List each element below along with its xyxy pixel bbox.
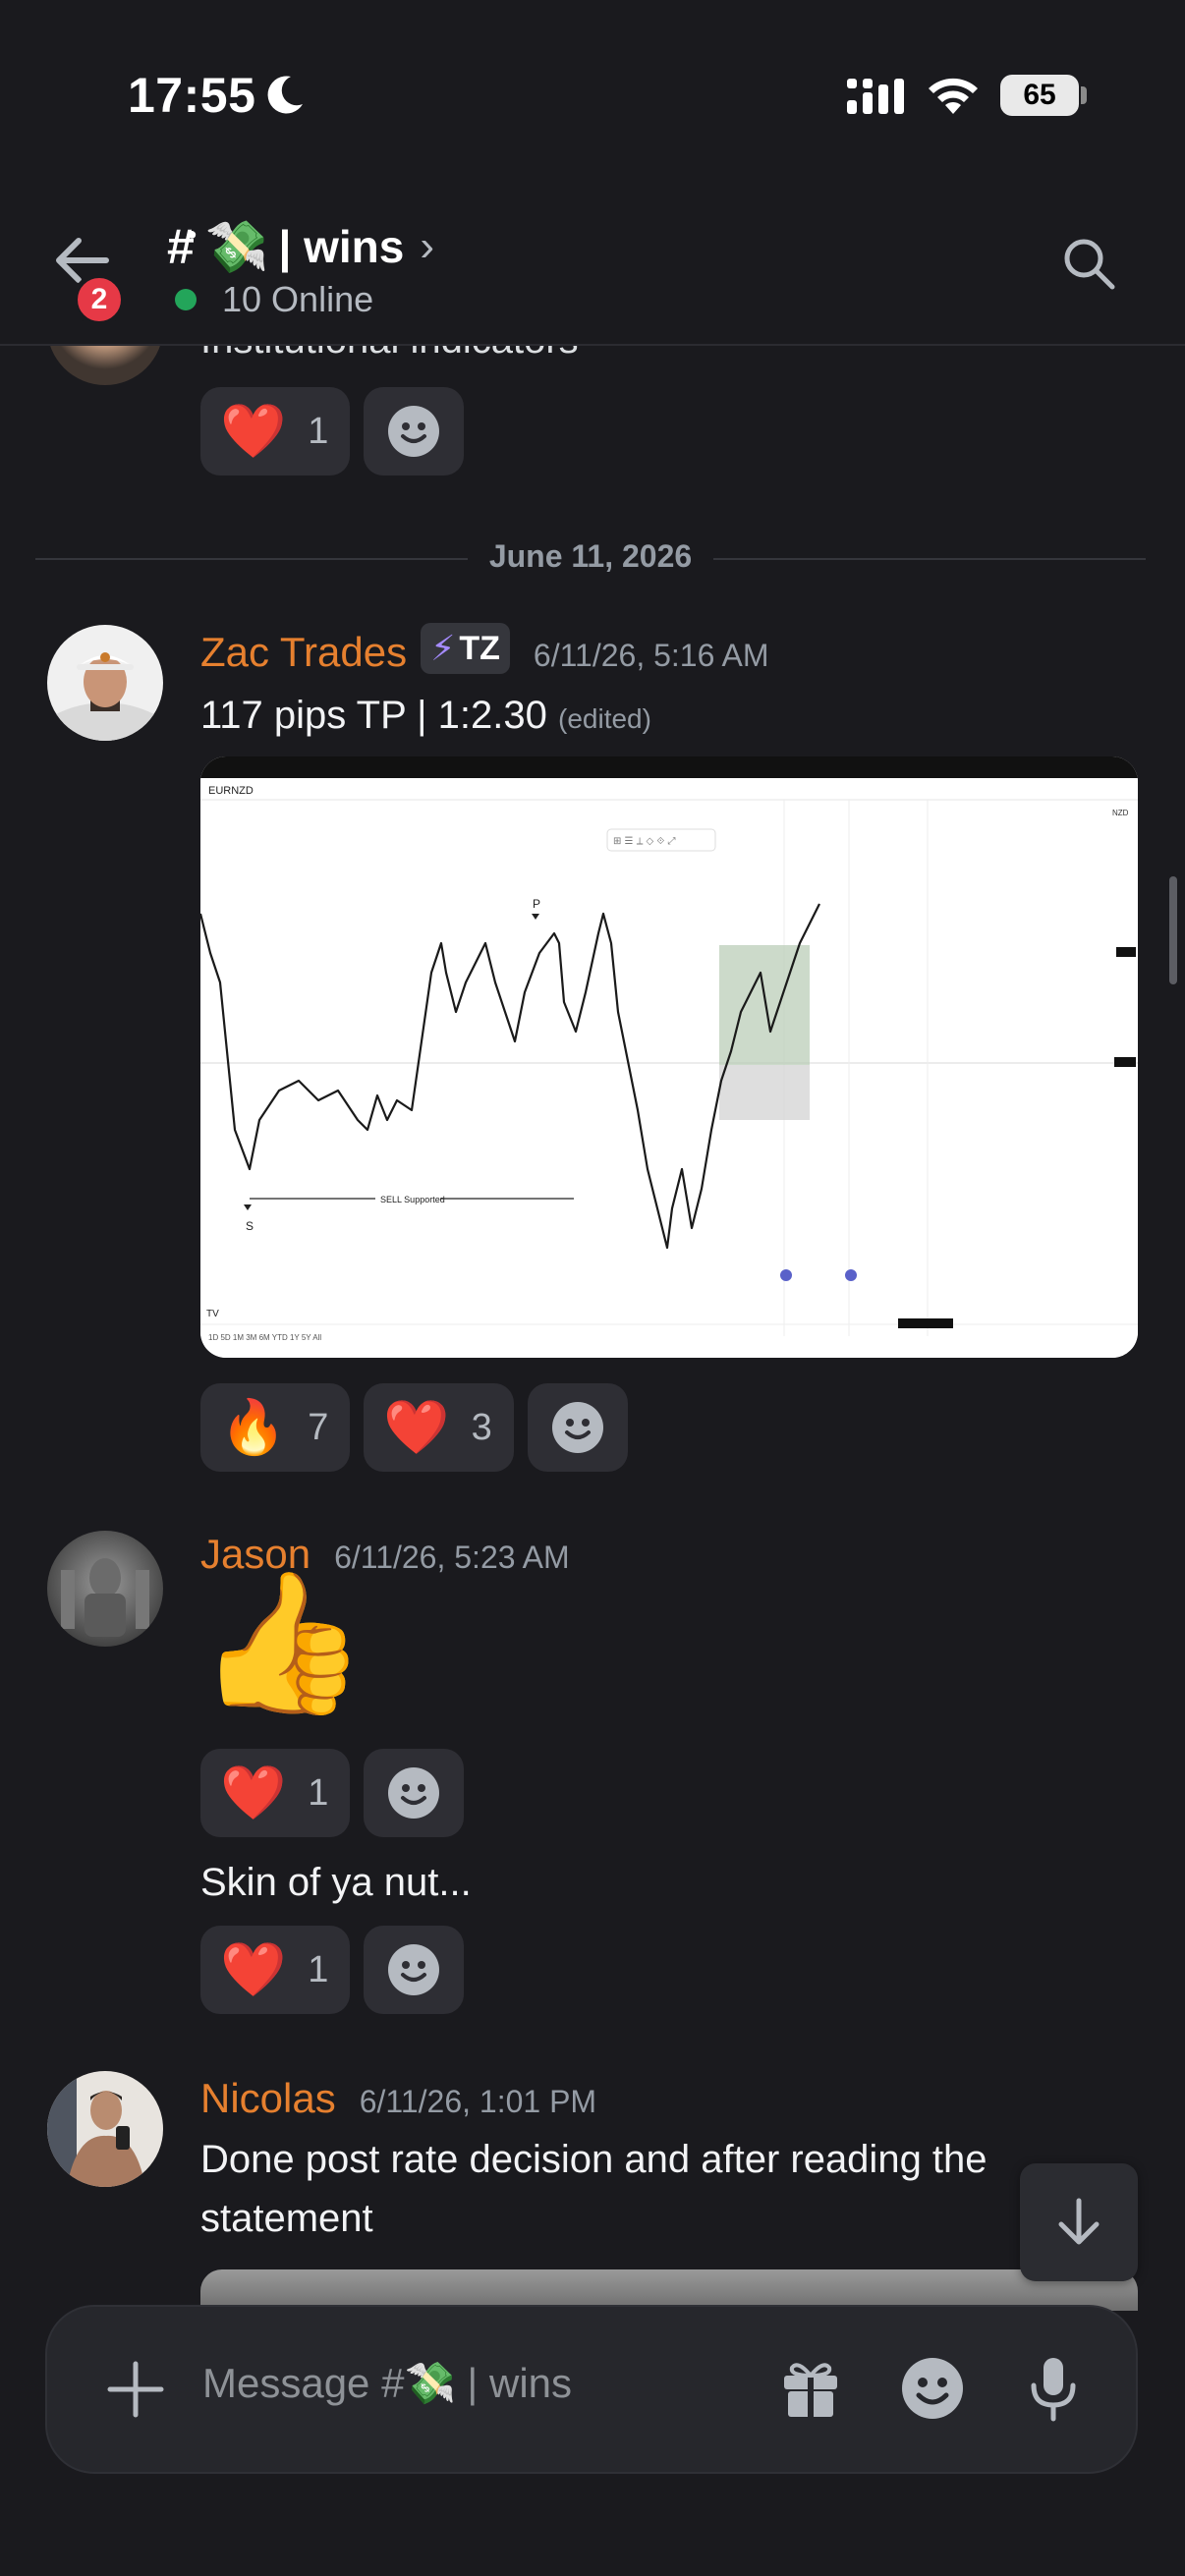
svg-text:TV: TV <box>206 1309 219 1319</box>
svg-text:1D 5D 1M 3M 6M YTD 1Y 5Y All: 1D 5D 1M 3M 6M YTD 1Y 5Y All <box>208 1333 321 1342</box>
online-status: 10 Online <box>175 279 373 320</box>
smiley-icon <box>551 1402 603 1453</box>
message-line: statement <box>200 2197 373 2240</box>
online-count: 10 Online <box>222 279 374 319</box>
avatar[interactable] <box>47 625 163 741</box>
edited-label: (edited) <box>558 703 651 734</box>
date-divider: June 11, 2026 <box>35 538 1146 578</box>
reaction-fire[interactable]: 🔥 7 <box>200 1383 351 1472</box>
server-tag-label: TZ <box>459 629 500 667</box>
message-text: Skin of ya nut... <box>200 1861 472 1904</box>
message-list[interactable]: Institutional indicators ❤️ 1 June 11, 2… <box>0 346 1185 2311</box>
message-text: Done post rate decision and after readin… <box>200 2130 988 2248</box>
add-reaction-button[interactable] <box>364 387 465 476</box>
channel-title[interactable]: # ● 💸 | wins › <box>167 212 434 281</box>
message-body: 117 pips TP | 1:2.30 <box>200 694 547 737</box>
reaction-heart[interactable]: ❤️ 1 <box>200 1749 351 1837</box>
battery-indicator: 65 <box>1000 75 1079 116</box>
microphone-icon[interactable] <box>1024 2354 1083 2423</box>
avatar-zac <box>47 625 163 741</box>
channel-header: 2 # ● 💸 | wins › 10 Online <box>0 187 1185 346</box>
timestamp: 6/11/26, 5:23 AM <box>334 1540 570 1575</box>
message-text: 117 pips TP | 1:2.30 (edited) <box>200 686 651 749</box>
message-header: Nicolas 6/11/26, 1:01 PM <box>200 2075 596 2122</box>
reaction-bar: ❤️ 1 <box>200 1926 465 2014</box>
reaction-bar: 🔥 7 ❤️ 3 <box>200 1383 628 1472</box>
avatar[interactable] <box>47 346 163 385</box>
svg-text:P: P <box>533 897 540 911</box>
avatar[interactable] <box>47 2071 163 2187</box>
channel-name: | wins <box>278 221 405 272</box>
add-reaction-button[interactable] <box>364 1749 465 1837</box>
message-input[interactable]: Message #💸 | wins <box>202 2360 572 2408</box>
fire-emoji: 🔥 <box>220 1398 287 1457</box>
cellular-signal-icon <box>847 79 904 114</box>
moon-icon <box>267 76 303 114</box>
message-text: Institutional indicators <box>200 346 579 363</box>
battery-tip <box>1081 86 1087 104</box>
smiley-icon <box>388 406 440 457</box>
emoji-icon[interactable] <box>900 2356 965 2421</box>
svg-text:⊞ ☰ ⟂ ◇ ⟐ ⤢: ⊞ ☰ ⟂ ◇ ⟐ ⤢ <box>613 836 675 847</box>
unread-badge: 2 <box>73 273 126 326</box>
reaction-heart[interactable]: ❤️ 3 <box>364 1383 514 1472</box>
status-time: 17:55 <box>128 68 256 123</box>
lock-icon: ● <box>186 223 198 244</box>
chart-symbol: EURNZD <box>208 785 254 797</box>
reaction-count: 7 <box>308 1406 329 1448</box>
date-label: June 11, 2026 <box>488 538 693 574</box>
avatar[interactable] <box>47 1531 163 1647</box>
heart-emoji: ❤️ <box>383 1398 450 1457</box>
chart-axis-currency: NZD <box>1112 809 1129 817</box>
plus-icon[interactable] <box>104 2358 167 2421</box>
wifi-icon <box>929 78 978 114</box>
message-composer: Message #💸 | wins <box>45 2305 1138 2474</box>
chart-annotation: SELL Supported <box>380 1195 445 1204</box>
avatar-jason <box>47 1531 163 1647</box>
arrow-down-icon <box>1058 2198 1100 2245</box>
reaction-bar: ❤️ 1 <box>200 387 465 476</box>
thumbs-up-emoji: 👍 <box>197 1565 368 1719</box>
chevron-right-icon: › <box>420 222 434 270</box>
scrollbar-thumb[interactable] <box>1169 876 1177 984</box>
lightning-icon: ⚡ <box>430 628 456 668</box>
online-dot-icon <box>175 289 197 310</box>
add-reaction-button[interactable] <box>364 1926 465 2014</box>
status-bar: 17:55 65 <box>0 0 1185 187</box>
reaction-bar: ❤️ 1 <box>200 1749 465 1837</box>
smiley-icon <box>388 1767 440 1819</box>
username[interactable]: Nicolas <box>200 2075 336 2122</box>
chart-screenshot-attachment[interactable]: EURNZD ⊞ ☰ ⟂ ◇ ⟐ ⤢ SELL Supported S P NZ… <box>200 756 1138 1358</box>
reaction-heart[interactable]: ❤️ 1 <box>200 387 351 476</box>
reaction-count: 3 <box>471 1406 492 1448</box>
message-line: Done post rate decision and after readin… <box>200 2138 988 2181</box>
smiley-icon <box>388 1944 440 1995</box>
reaction-count: 1 <box>308 1948 329 1990</box>
reaction-heart[interactable]: ❤️ 1 <box>200 1926 351 2014</box>
search-icon[interactable] <box>1059 234 1118 293</box>
trading-chart-image: EURNZD ⊞ ☰ ⟂ ◇ ⟐ ⤢ SELL Supported S P NZ… <box>200 756 1138 1358</box>
reaction-count: 1 <box>308 1771 329 1814</box>
username[interactable]: Zac Trades <box>200 629 407 676</box>
heart-emoji: ❤️ <box>220 402 287 461</box>
heart-emoji: ❤️ <box>220 1764 287 1822</box>
channel-emoji: 💸 <box>204 218 269 276</box>
heart-emoji: ❤️ <box>220 1940 287 1999</box>
timestamp: 6/11/26, 1:01 PM <box>359 2084 597 2119</box>
server-tag[interactable]: ⚡ TZ <box>421 623 510 674</box>
avatar-nicolas <box>47 2071 163 2187</box>
timestamp: 6/11/26, 5:16 AM <box>533 638 769 673</box>
gift-icon[interactable] <box>778 2356 843 2421</box>
divider-line <box>713 558 1146 560</box>
svg-text:S: S <box>246 1219 254 1233</box>
add-reaction-button[interactable] <box>527 1383 628 1472</box>
reaction-count: 1 <box>308 410 329 452</box>
message-header: Zac Trades ⚡ TZ 6/11/26, 5:16 AM <box>200 623 769 680</box>
jump-to-latest-button[interactable] <box>1020 2163 1138 2281</box>
